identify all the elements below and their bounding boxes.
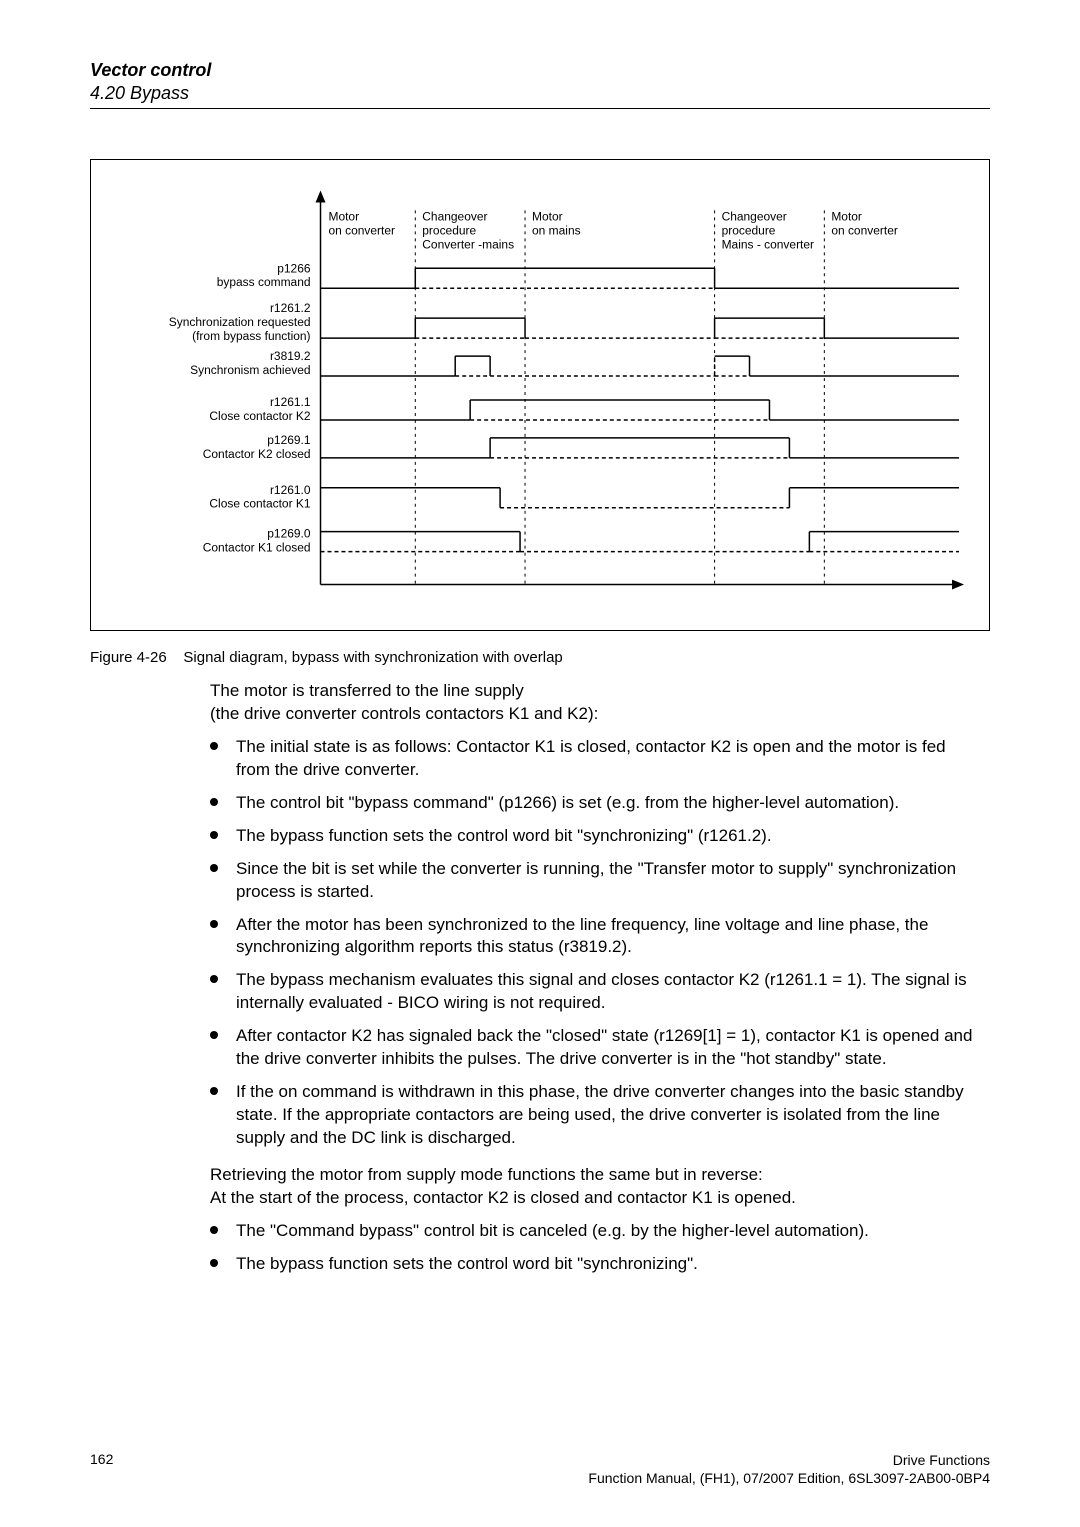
retrieve-line2: At the start of the process, contactor K… — [210, 1188, 796, 1207]
page: Vector control 4.20 Bypass Motor on conv… — [0, 0, 1080, 1527]
list-item: The bypass mechanism evaluates this sign… — [210, 969, 980, 1015]
row4-code: p1269.1 — [267, 433, 311, 447]
list-item: The bypass function sets the control wor… — [210, 1253, 980, 1276]
row2-code: r3819.2 — [270, 349, 311, 363]
phase-c-line2: on mains — [532, 223, 581, 237]
figure-caption-prefix: Figure 4-26 — [90, 649, 167, 666]
row6-code: p1269.0 — [267, 527, 311, 541]
row1-label1: Synchronization requested — [169, 315, 311, 329]
row4-label: Contactor K2 closed — [203, 447, 311, 461]
header-section: 4.20 Bypass — [90, 83, 990, 109]
row6-label: Contactor K1 closed — [203, 541, 311, 555]
list-item: The control bit "bypass command" (p1266)… — [210, 792, 980, 815]
header-title: Vector control — [90, 60, 990, 81]
row0-label: bypass command — [217, 275, 311, 289]
phase-a-line2: on converter — [328, 223, 395, 237]
figure-caption: Figure 4-26 Signal diagram, bypass with … — [90, 649, 990, 666]
bullet-list-2: The "Command bypass" control bit is canc… — [210, 1220, 980, 1276]
list-item: Since the bit is set while the converter… — [210, 858, 980, 904]
page-number: 162 — [90, 1451, 113, 1467]
list-item: The initial state is as follows: Contact… — [210, 736, 980, 782]
signal-p1266 — [321, 268, 960, 288]
signal-r1261-1 — [321, 400, 960, 420]
phase-b-line2: procedure — [422, 223, 476, 237]
row5-code: r1261.0 — [270, 483, 311, 497]
signal-diagram-svg: Motor on converter Changeover procedure … — [111, 180, 969, 610]
bullet-list-1: The initial state is as follows: Contact… — [210, 736, 980, 1150]
row2-label: Synchronism achieved — [190, 363, 310, 377]
phase-e-line2: on converter — [831, 223, 898, 237]
row1-code: r1261.2 — [270, 301, 311, 315]
list-item: After contactor K2 has signaled back the… — [210, 1025, 980, 1071]
phase-b-line3: Converter -mains — [422, 237, 514, 251]
phase-b-line1: Changeover — [422, 209, 487, 223]
retrieve-line1: Retrieving the motor from supply mode fu… — [210, 1165, 763, 1184]
row5-label: Close contactor K1 — [209, 497, 310, 511]
signal-r1261-2 — [321, 318, 960, 338]
body-content: The motor is transferred to the line sup… — [210, 680, 980, 1276]
signal-p1269-1 — [321, 438, 960, 458]
list-item: The "Command bypass" control bit is canc… — [210, 1220, 980, 1243]
figure-caption-text: Signal diagram, bypass with synchronizat… — [183, 649, 562, 666]
footer-right-2: Function Manual, (FH1), 07/2007 Edition,… — [588, 1469, 990, 1487]
intro-line2: (the drive converter controls contactors… — [210, 704, 598, 723]
signal-p1269-0 — [321, 532, 960, 552]
page-header: Vector control 4.20 Bypass — [90, 60, 990, 109]
signal-diagram-figure: Motor on converter Changeover procedure … — [90, 159, 990, 631]
list-item: After the motor has been synchronized to… — [210, 914, 980, 960]
list-item: The bypass function sets the control wor… — [210, 825, 980, 848]
row3-label: Close contactor K2 — [209, 409, 310, 423]
list-item: If the on command is withdrawn in this p… — [210, 1081, 980, 1150]
phase-a-line1: Motor — [328, 209, 359, 223]
signal-r3819-2 — [321, 356, 960, 376]
phase-d-line1: Changeover — [722, 209, 787, 223]
signal-r1261-0 — [321, 488, 960, 508]
row3-code: r1261.1 — [270, 395, 311, 409]
row1-label2: (from bypass function) — [192, 329, 310, 343]
phase-c-line1: Motor — [532, 209, 563, 223]
phase-d-line3: Mains - converter — [722, 237, 814, 251]
row0-code: p1266 — [277, 261, 311, 275]
phase-d-line2: procedure — [722, 223, 776, 237]
phase-e-line1: Motor — [831, 209, 862, 223]
footer-right-1: Drive Functions — [588, 1451, 990, 1469]
intro-line1: The motor is transferred to the line sup… — [210, 681, 524, 700]
page-footer: 162 Drive Functions Function Manual, (FH… — [90, 1451, 990, 1487]
